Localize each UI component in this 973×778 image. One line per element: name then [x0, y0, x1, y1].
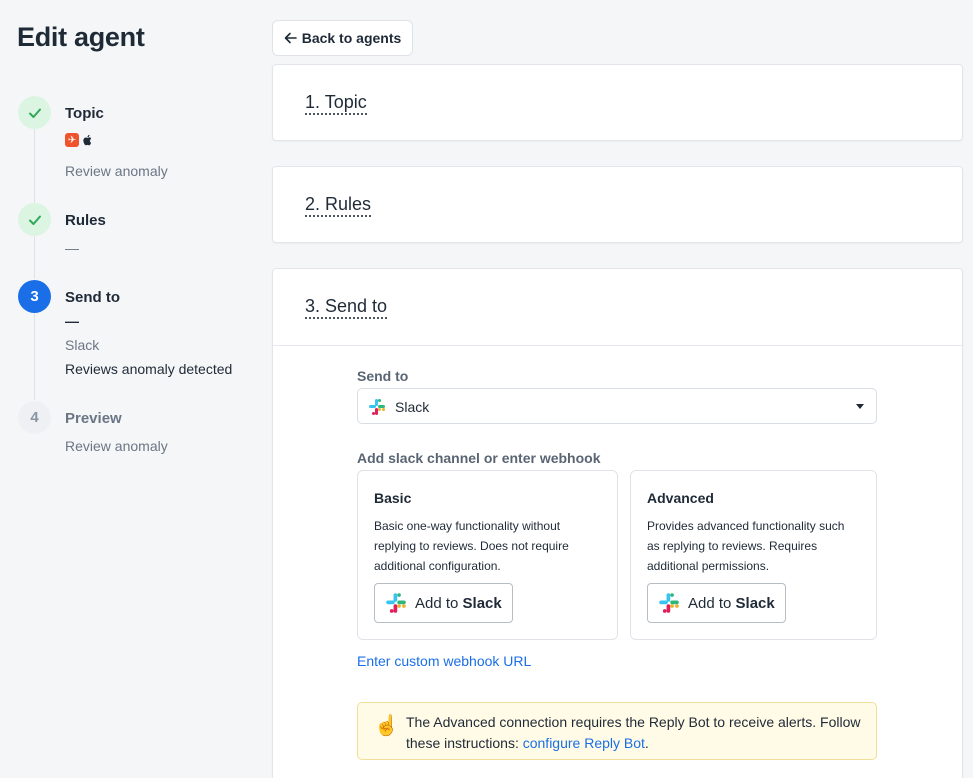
check-icon: [18, 96, 51, 129]
step-summary: —: [65, 313, 79, 329]
step-connector: [34, 235, 35, 279]
step-number: 4: [18, 401, 51, 434]
page-title: Edit agent: [17, 22, 145, 52]
add-to-slack-advanced-button[interactable]: Add to Slack: [647, 583, 786, 623]
send-to-select[interactable]: Slack: [357, 388, 877, 424]
step-event: Reviews anomaly detected: [65, 361, 233, 377]
step-subtitle: Review anomaly: [65, 163, 168, 179]
arrow-left-icon: [284, 32, 297, 44]
step-subtitle: Review anomaly: [65, 438, 168, 454]
reply-bot-notice: ☝️ The Advanced connection requires the …: [357, 702, 877, 760]
step-title: Send to: [65, 289, 120, 306]
channel-label: Add slack channel or enter webhook: [357, 450, 601, 466]
section-title[interactable]: 2. Rules: [305, 194, 372, 217]
app-icons: ✈: [65, 133, 92, 147]
section-title[interactable]: 1. Topic: [305, 92, 367, 115]
step-channel: Slack: [65, 337, 100, 353]
step-title: Topic: [65, 105, 104, 122]
custom-webhook-link[interactable]: Enter custom webhook URL: [357, 653, 531, 669]
option-title: Advanced: [647, 490, 714, 506]
divider: [273, 345, 962, 346]
option-title: Basic: [374, 490, 412, 506]
app-store-app-icon: ✈: [65, 133, 79, 147]
slack-icon: [386, 593, 406, 613]
pointing-finger-icon: ☝️: [374, 715, 399, 737]
step-number: 3: [18, 280, 51, 313]
slack-icon: [369, 399, 385, 415]
caret-down-icon: [856, 404, 864, 409]
basic-option-card: Basic Basic one-way functionality withou…: [357, 470, 618, 640]
step-title: Rules: [65, 212, 106, 229]
option-description: Provides advanced functionality such as …: [647, 519, 845, 573]
back-button-label: Back to agents: [301, 30, 402, 46]
step-connector: [34, 312, 35, 400]
button-label: Add to Slack: [688, 594, 775, 612]
section-rules[interactable]: 2. Rules: [272, 166, 963, 243]
option-description: Basic one-way functionality without repl…: [374, 519, 569, 573]
advanced-option-card: Advanced Provides advanced functionality…: [630, 470, 877, 640]
section-topic[interactable]: 1. Topic: [272, 64, 963, 141]
step-connector: [34, 129, 35, 203]
apple-icon: [83, 134, 92, 146]
step-summary: —: [65, 240, 79, 256]
add-to-slack-basic-button[interactable]: Add to Slack: [374, 583, 513, 623]
select-value: Slack: [395, 399, 430, 415]
send-to-label: Send to: [357, 368, 409, 384]
notice-text: The Advanced connection requires the Rep…: [406, 714, 861, 751]
back-to-agents-button[interactable]: Back to agents: [272, 20, 413, 56]
configure-reply-bot-link[interactable]: configure Reply Bot: [523, 735, 645, 751]
step-title: Preview: [65, 410, 122, 427]
check-icon: [18, 203, 51, 236]
button-label: Add to Slack: [415, 594, 502, 612]
section-title[interactable]: 3. Send to: [305, 296, 388, 319]
slack-icon: [659, 593, 679, 613]
